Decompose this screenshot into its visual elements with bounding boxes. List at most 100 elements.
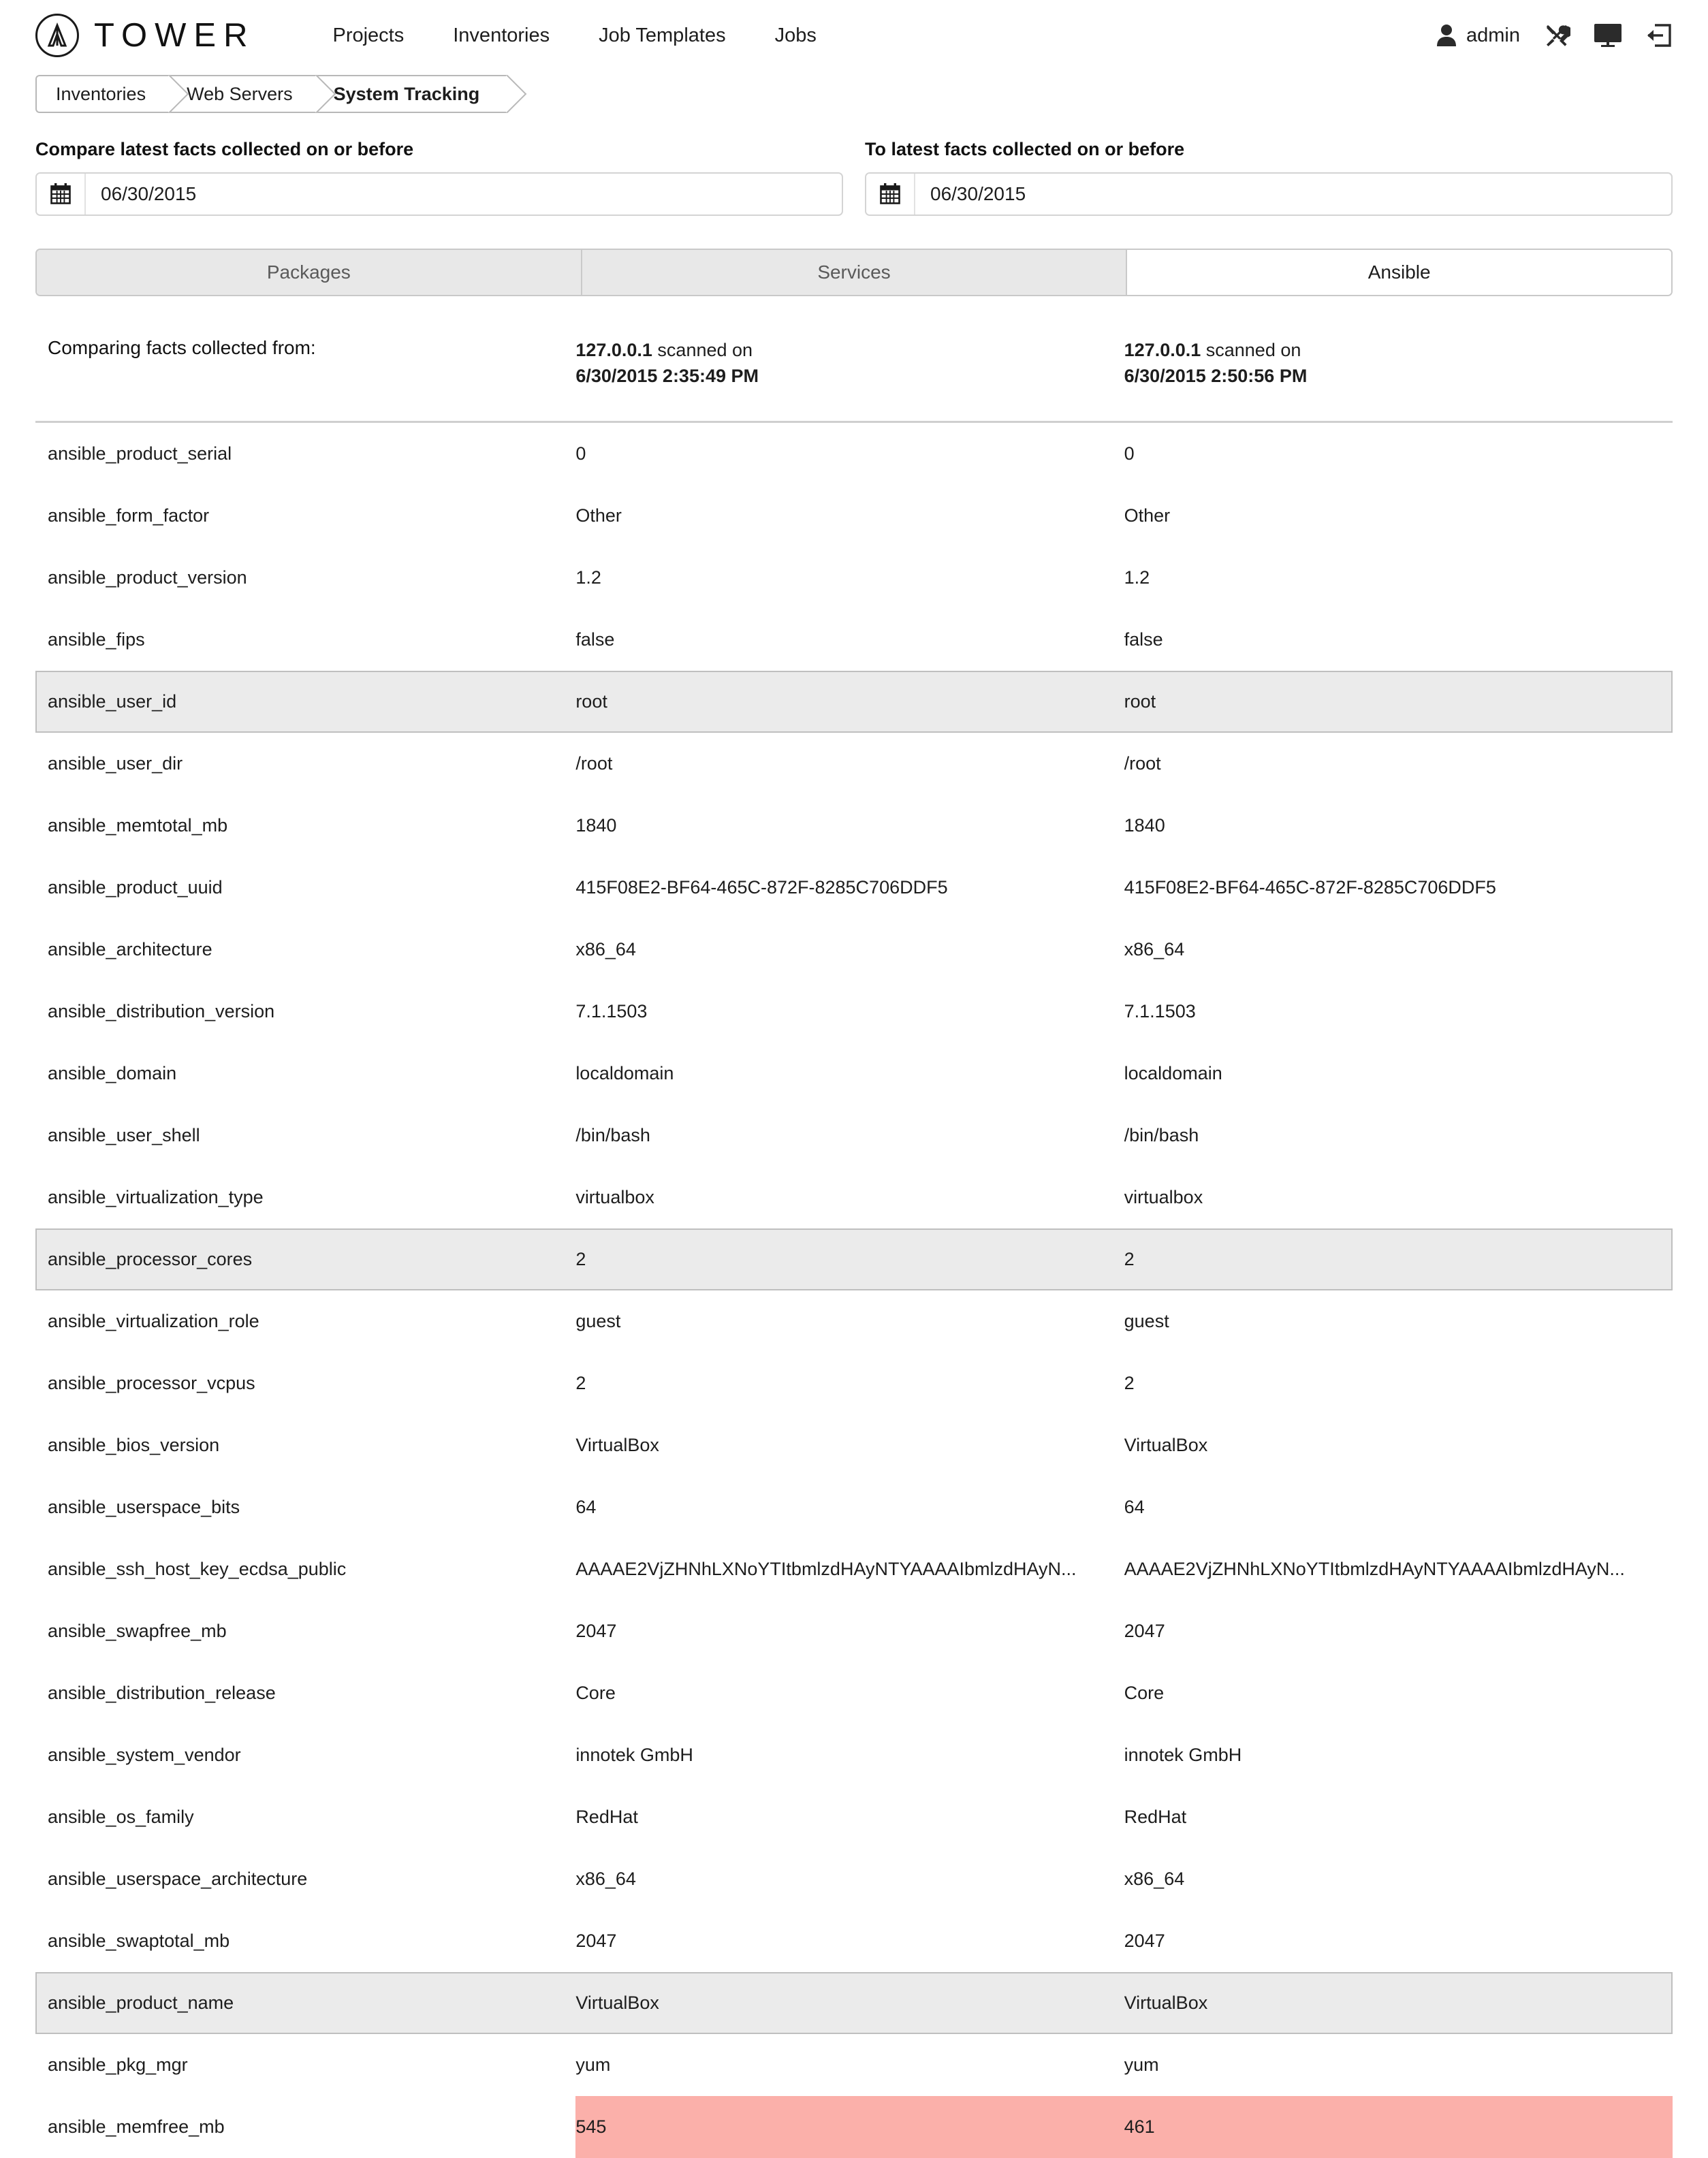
compare-to-date-field[interactable] (865, 172, 1673, 216)
fact-value-left: root (575, 670, 1124, 733)
brand-logo[interactable]: TOWER (35, 14, 255, 57)
table-head: Comparing facts collected from: 127.0.0.… (35, 337, 1673, 423)
left-host-ip: 127.0.0.1 (575, 340, 652, 360)
compare-to-label: To latest facts collected on or before (865, 139, 1185, 159)
fact-value-right: /root (1124, 752, 1161, 774)
left-host-scanned: scanned on (652, 340, 753, 360)
compare-to-date-input[interactable] (915, 174, 1671, 215)
fact-value-left: x86_64 (575, 1868, 636, 1889)
nav-link-inventories[interactable]: Inventories (428, 25, 574, 47)
fact-key: ansible_product_uuid (48, 876, 223, 898)
fact-value-left: 415F08E2-BF64-465C-872F-8285C706DDF5 (575, 876, 948, 898)
fact-value-left: Other (575, 505, 622, 526)
table-row: ansible_product_version 1.2 1.2 (35, 547, 1673, 609)
fact-key: ansible_form_factor (48, 505, 210, 526)
fact-value-left: 0 (575, 443, 586, 464)
fact-value-right: 1.2 (1124, 567, 1150, 588)
calendar-icon[interactable] (866, 174, 915, 215)
table-row: ansible_fips false false (35, 609, 1673, 671)
fact-value-left: false (575, 629, 615, 650)
fact-key: ansible_domain (48, 1062, 177, 1083)
brand-name: TOWER (94, 17, 255, 54)
tab-packages[interactable]: Packages (37, 250, 582, 295)
nav-link-jobs[interactable]: Jobs (750, 25, 841, 47)
fact-key: ansible_bios_version (48, 1434, 220, 1455)
logout-icon[interactable] (1645, 24, 1671, 47)
fact-value-right: 0 (1124, 443, 1135, 464)
fact-key: ansible_swapfree_mb (48, 1620, 227, 1641)
compare-from-label: Compare latest facts collected on or bef… (35, 139, 414, 159)
fact-key: ansible_memtotal_mb (48, 814, 228, 836)
nav-link-job-templates[interactable]: Job Templates (574, 25, 750, 47)
table-row: ansible_system_vendor innotek GmbH innotek… (35, 1724, 1673, 1786)
fact-value-left: 2 (575, 1228, 1124, 1290)
table-row: ansible_memfree_mb 545 461 (35, 2095, 1673, 2158)
fact-value-left: x86_64 (575, 938, 636, 959)
table-row: ansible_distribution_version 7.1.1503 7.1.… (35, 981, 1673, 1043)
tab-label: Ansible (1367, 261, 1431, 283)
breadcrumb-item-web-servers[interactable]: Web Servers (169, 75, 316, 113)
nav-link-projects[interactable]: Projects (308, 25, 428, 47)
fact-value-left: virtualbox (575, 1186, 654, 1207)
fact-key: ansible_processor_cores (35, 1228, 576, 1290)
table-row: ansible_distribution_release Core Core (35, 1662, 1673, 1724)
table-row: ansible_product_serial 0 0 (35, 422, 1673, 485)
tab-services[interactable]: Services (582, 250, 1128, 295)
breadcrumb: Inventories Web Servers System Tracking (35, 75, 507, 113)
right-host-scanned: scanned on (1201, 340, 1301, 360)
right-host-ip: 127.0.0.1 (1124, 340, 1201, 360)
table-header-row: Comparing facts collected from: 127.0.0.… (35, 337, 1673, 423)
table-row: ansible_virtualization_role guest guest (35, 1290, 1673, 1352)
fact-value-right: 461 (1124, 2095, 1673, 2158)
fact-value-right: 2 (1124, 1372, 1135, 1393)
table-body: ansible_product_serial 0 0 ansible_form_fac… (35, 422, 1673, 2158)
breadcrumb-label: System Tracking (333, 83, 480, 104)
fact-key: ansible_pkg_mgr (48, 2054, 188, 2075)
fact-key: ansible_user_shell (48, 1124, 200, 1145)
date-filter-row: Compare latest facts collected on or bef… (0, 113, 1708, 216)
breadcrumb-label: Inventories (56, 83, 146, 104)
account-username: admin (1466, 24, 1520, 46)
table-row: ansible_domain localdomain localdomain (35, 1043, 1673, 1105)
fact-value-left: VirtualBox (575, 1971, 1124, 2034)
breadcrumb-item-inventories[interactable]: Inventories (35, 75, 170, 113)
fact-key: ansible_virtualization_role (48, 1310, 259, 1331)
fact-key: ansible_product_name (35, 1971, 576, 2034)
compare-from-date-input[interactable] (86, 174, 842, 215)
main-nav-links: Projects Inventories Job Templates Jobs (308, 25, 840, 47)
comparing-facts-label: Comparing facts collected from: (35, 337, 576, 423)
fact-value-right: localdomain (1124, 1062, 1222, 1083)
fact-value-right: /bin/bash (1124, 1124, 1199, 1145)
fact-key: ansible_user_dir (48, 752, 183, 774)
fact-value-left: Core (575, 1682, 616, 1703)
fact-value-left: AAAAE2VjZHNhLXNoYTItbmlzdHAyNTYAAAAIbmlz… (575, 1558, 1077, 1579)
fact-value-left: 1.2 (575, 567, 601, 588)
account-menu[interactable]: admin (1436, 24, 1520, 47)
fact-value-left: 2047 (575, 1620, 617, 1641)
calendar-icon[interactable] (37, 174, 86, 215)
fact-value-left: VirtualBox (575, 1434, 659, 1455)
breadcrumb-item-system-tracking[interactable]: System Tracking (315, 75, 507, 113)
fact-comparison-wrapper: Comparing facts collected from: 127.0.0.… (0, 296, 1708, 2158)
nav-right-actions: admin (1436, 22, 1678, 49)
compare-from-date-field[interactable] (35, 172, 843, 216)
fact-value-left: yum (575, 2054, 611, 2075)
table-row: ansible_userspace_bits 64 64 (35, 1476, 1673, 1538)
breadcrumb-bar: Inventories Web Servers System Tracking (0, 71, 1708, 113)
table-row: ansible_user_shell/bin/bash/bin/bash (35, 1105, 1673, 1167)
fact-value-left: innotek GmbH (575, 1744, 693, 1765)
fact-value-right: 64 (1124, 1496, 1145, 1517)
fact-value-left: 64 (575, 1496, 597, 1517)
compare-to-filter: To latest facts collected on or before (865, 139, 1673, 216)
tab-ansible[interactable]: Ansible (1127, 250, 1671, 295)
monitor-icon[interactable] (1594, 23, 1622, 48)
fact-value-right: 415F08E2-BF64-465C-872F-8285C706DDF5 (1124, 876, 1496, 898)
user-icon (1436, 24, 1457, 47)
table-row: ansible_processor_cores 2 2 (35, 1228, 1673, 1290)
fact-key: ansible_userspace_bits (48, 1496, 240, 1517)
fact-key: ansible_memfree_mb (48, 2116, 225, 2137)
tools-icon[interactable] (1543, 22, 1570, 49)
right-host-header: 127.0.0.1 scanned on 6/30/2015 2:50:56 P… (1124, 337, 1673, 423)
fact-value-right: 2047 (1124, 1620, 1165, 1641)
fact-key: ansible_ssh_host_key_ecdsa_public (48, 1558, 347, 1579)
